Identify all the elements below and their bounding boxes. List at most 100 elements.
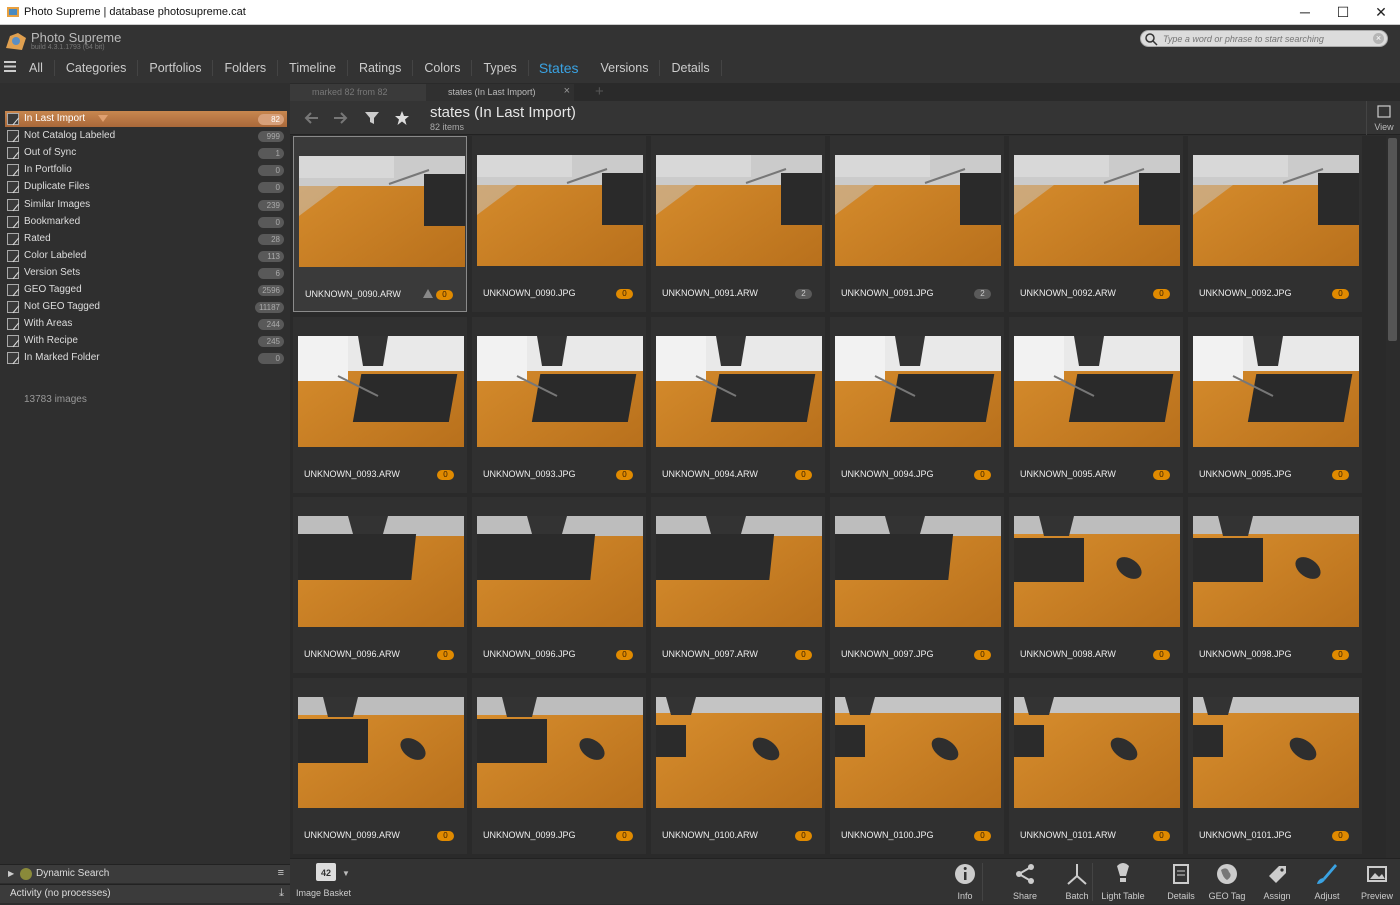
tab-ratings[interactable]: Ratings bbox=[348, 60, 414, 76]
rating-count-badge[interactable]: 0 bbox=[616, 650, 633, 660]
image-tile[interactable]: UNKNOWN_0092.JPG 0 bbox=[1188, 136, 1362, 312]
dynamic-search-panel[interactable]: ▶ Dynamic Search ≡ bbox=[0, 864, 290, 883]
tab-states[interactable]: States bbox=[529, 60, 590, 76]
checkbox-icon[interactable] bbox=[7, 249, 19, 262]
tab-types[interactable]: Types bbox=[472, 60, 529, 76]
tab-details[interactable]: Details bbox=[660, 60, 722, 76]
image-tile[interactable]: UNKNOWN_0093.JPG 0 bbox=[472, 316, 646, 493]
preview-button[interactable]: Preview bbox=[1352, 859, 1400, 905]
rating-count-badge[interactable]: 2 bbox=[974, 289, 991, 299]
rating-count-badge[interactable]: 0 bbox=[1332, 289, 1349, 299]
scrollbar-thumb[interactable] bbox=[1388, 138, 1397, 341]
back-arrow-icon[interactable] bbox=[304, 110, 320, 126]
tab-colors[interactable]: Colors bbox=[413, 60, 473, 76]
rating-count-badge[interactable]: 0 bbox=[616, 469, 633, 480]
image-tile[interactable]: UNKNOWN_0098.ARW 0 bbox=[1009, 497, 1183, 673]
checkbox-icon[interactable] bbox=[7, 198, 19, 211]
assign-button[interactable]: Assign bbox=[1252, 859, 1302, 905]
star-icon[interactable] bbox=[394, 110, 410, 126]
image-tile[interactable]: UNKNOWN_0101.JPG 0 bbox=[1188, 677, 1362, 854]
forward-arrow-icon[interactable] bbox=[332, 110, 348, 126]
rating-count-badge[interactable]: 0 bbox=[616, 830, 633, 841]
tab-all[interactable]: All bbox=[18, 60, 55, 76]
checkbox-icon[interactable] bbox=[7, 181, 19, 194]
close-tab-icon[interactable]: × bbox=[564, 85, 570, 97]
image-tile[interactable]: UNKNOWN_0099.ARW 0 bbox=[293, 677, 467, 854]
sidebar-item-geo-tagged[interactable]: GEO Tagged 2596 bbox=[5, 282, 287, 298]
image-tile[interactable]: UNKNOWN_0092.ARW 0 bbox=[1009, 136, 1183, 312]
filter-icon[interactable] bbox=[98, 115, 108, 122]
sidebar-item-rated[interactable]: Rated 28 bbox=[5, 231, 287, 247]
image-tile[interactable]: UNKNOWN_0098.JPG 0 bbox=[1188, 497, 1362, 673]
rating-count-badge[interactable]: 0 bbox=[1332, 650, 1349, 660]
image-tile[interactable]: UNKNOWN_0094.JPG 0 bbox=[830, 316, 1004, 493]
image-tile[interactable]: UNKNOWN_0097.ARW 0 bbox=[651, 497, 825, 673]
checkbox-icon[interactable] bbox=[7, 284, 19, 296]
download-icon[interactable]: ⤓ bbox=[279, 887, 284, 900]
rating-count-badge[interactable]: 0 bbox=[795, 650, 812, 660]
checkbox-icon[interactable] bbox=[7, 113, 19, 125]
image-tile[interactable]: UNKNOWN_0097.JPG 0 bbox=[830, 497, 1004, 673]
sidebar-item-duplicate-files[interactable]: Duplicate Files 0 bbox=[5, 179, 287, 195]
sidebar-item-out-of-sync[interactable]: Out of Sync 1 bbox=[5, 145, 287, 161]
image-tile[interactable]: UNKNOWN_0100.ARW 0 bbox=[651, 677, 825, 854]
filter-icon[interactable] bbox=[364, 110, 380, 126]
rating-count-badge[interactable]: 0 bbox=[795, 469, 812, 480]
tab-portfolios[interactable]: Portfolios bbox=[138, 60, 214, 76]
sidebar-item-with-recipe[interactable]: With Recipe 245 bbox=[5, 333, 287, 349]
details-button[interactable]: Details bbox=[1156, 859, 1206, 905]
tab-versions[interactable]: Versions bbox=[590, 60, 661, 76]
tab-folders[interactable]: Folders bbox=[213, 60, 279, 76]
sidebar-item-not-catalog-labeled[interactable]: Not Catalog Labeled 999 bbox=[5, 128, 287, 144]
image-tile[interactable]: UNKNOWN_0091.ARW 2 bbox=[651, 136, 825, 312]
rating-count-badge[interactable]: 0 bbox=[1332, 469, 1349, 480]
rating-count-badge[interactable]: 0 bbox=[436, 290, 453, 300]
rating-count-badge[interactable]: 0 bbox=[1153, 289, 1170, 299]
share-button[interactable]: Share bbox=[1000, 859, 1050, 905]
search-input[interactable] bbox=[1163, 32, 1363, 45]
checkbox-icon[interactable] bbox=[7, 266, 19, 279]
checkbox-icon[interactable] bbox=[7, 232, 19, 245]
geo-tag-button[interactable]: GEO Tag bbox=[1202, 859, 1252, 905]
image-tile[interactable]: UNKNOWN_0100.JPG 0 bbox=[830, 677, 1004, 854]
checkbox-icon[interactable] bbox=[7, 164, 19, 177]
rating-count-badge[interactable]: 0 bbox=[795, 830, 812, 841]
image-tile[interactable]: UNKNOWN_0095.ARW 0 bbox=[1009, 316, 1183, 493]
light-table-button[interactable]: Light Table bbox=[1098, 859, 1148, 905]
checkbox-icon[interactable] bbox=[7, 301, 19, 314]
image-tile[interactable]: UNKNOWN_0093.ARW 0 bbox=[293, 316, 467, 493]
tab-timeline[interactable]: Timeline bbox=[278, 60, 348, 76]
basket-dropdown-icon[interactable]: ▼ bbox=[342, 869, 350, 878]
expand-icon[interactable]: ▶ bbox=[8, 869, 14, 878]
image-tile[interactable]: UNKNOWN_0101.ARW 0 bbox=[1009, 677, 1183, 854]
checkbox-icon[interactable] bbox=[7, 352, 19, 365]
sidebar-item-not-geo-tagged[interactable]: Not GEO Tagged 11187 bbox=[5, 299, 287, 315]
rating-count-badge[interactable]: 0 bbox=[437, 650, 454, 660]
image-tile[interactable]: UNKNOWN_0099.JPG 0 bbox=[472, 677, 646, 854]
checkbox-icon[interactable] bbox=[7, 318, 19, 331]
rating-count-badge[interactable]: 0 bbox=[437, 830, 454, 841]
image-tile[interactable]: UNKNOWN_0090.ARW 0 bbox=[293, 136, 467, 312]
rating-count-badge[interactable]: 0 bbox=[1332, 830, 1349, 841]
rating-count-badge[interactable]: 0 bbox=[437, 469, 454, 480]
tab-states[interactable]: states (In Last Import) × bbox=[426, 84, 574, 101]
sidebar-item-in-last-import[interactable]: In Last Import 82 bbox=[5, 111, 287, 127]
sidebar-item-color-labeled[interactable]: Color Labeled 113 bbox=[5, 248, 287, 264]
view-button[interactable]: View bbox=[1366, 101, 1400, 135]
image-tile[interactable]: UNKNOWN_0091.JPG 2 bbox=[830, 136, 1004, 312]
image-tile[interactable]: UNKNOWN_0090.JPG 0 bbox=[472, 136, 646, 312]
rating-count-badge[interactable]: 0 bbox=[1153, 830, 1170, 841]
rating-count-badge[interactable]: 0 bbox=[1153, 469, 1170, 480]
rating-count-badge[interactable]: 0 bbox=[974, 650, 991, 660]
clear-search-icon[interactable]: × bbox=[1373, 33, 1384, 44]
activity-panel[interactable]: Activity (no processes) ⤓ bbox=[0, 884, 290, 903]
close-button[interactable]: ✕ bbox=[1358, 0, 1400, 25]
image-basket-button[interactable]: 42 ▼ Image Basket bbox=[296, 859, 356, 905]
sidebar-item-with-areas[interactable]: With Areas 244 bbox=[5, 316, 287, 332]
menu-icon[interactable] bbox=[4, 61, 16, 72]
image-tile[interactable]: UNKNOWN_0095.JPG 0 bbox=[1188, 316, 1362, 493]
sidebar-item-in-portfolio[interactable]: In Portfolio 0 bbox=[5, 162, 287, 178]
adjust-button[interactable]: Adjust bbox=[1302, 859, 1352, 905]
image-tile[interactable]: UNKNOWN_0096.ARW 0 bbox=[293, 497, 467, 673]
new-tab-icon[interactable]: + bbox=[595, 83, 604, 100]
